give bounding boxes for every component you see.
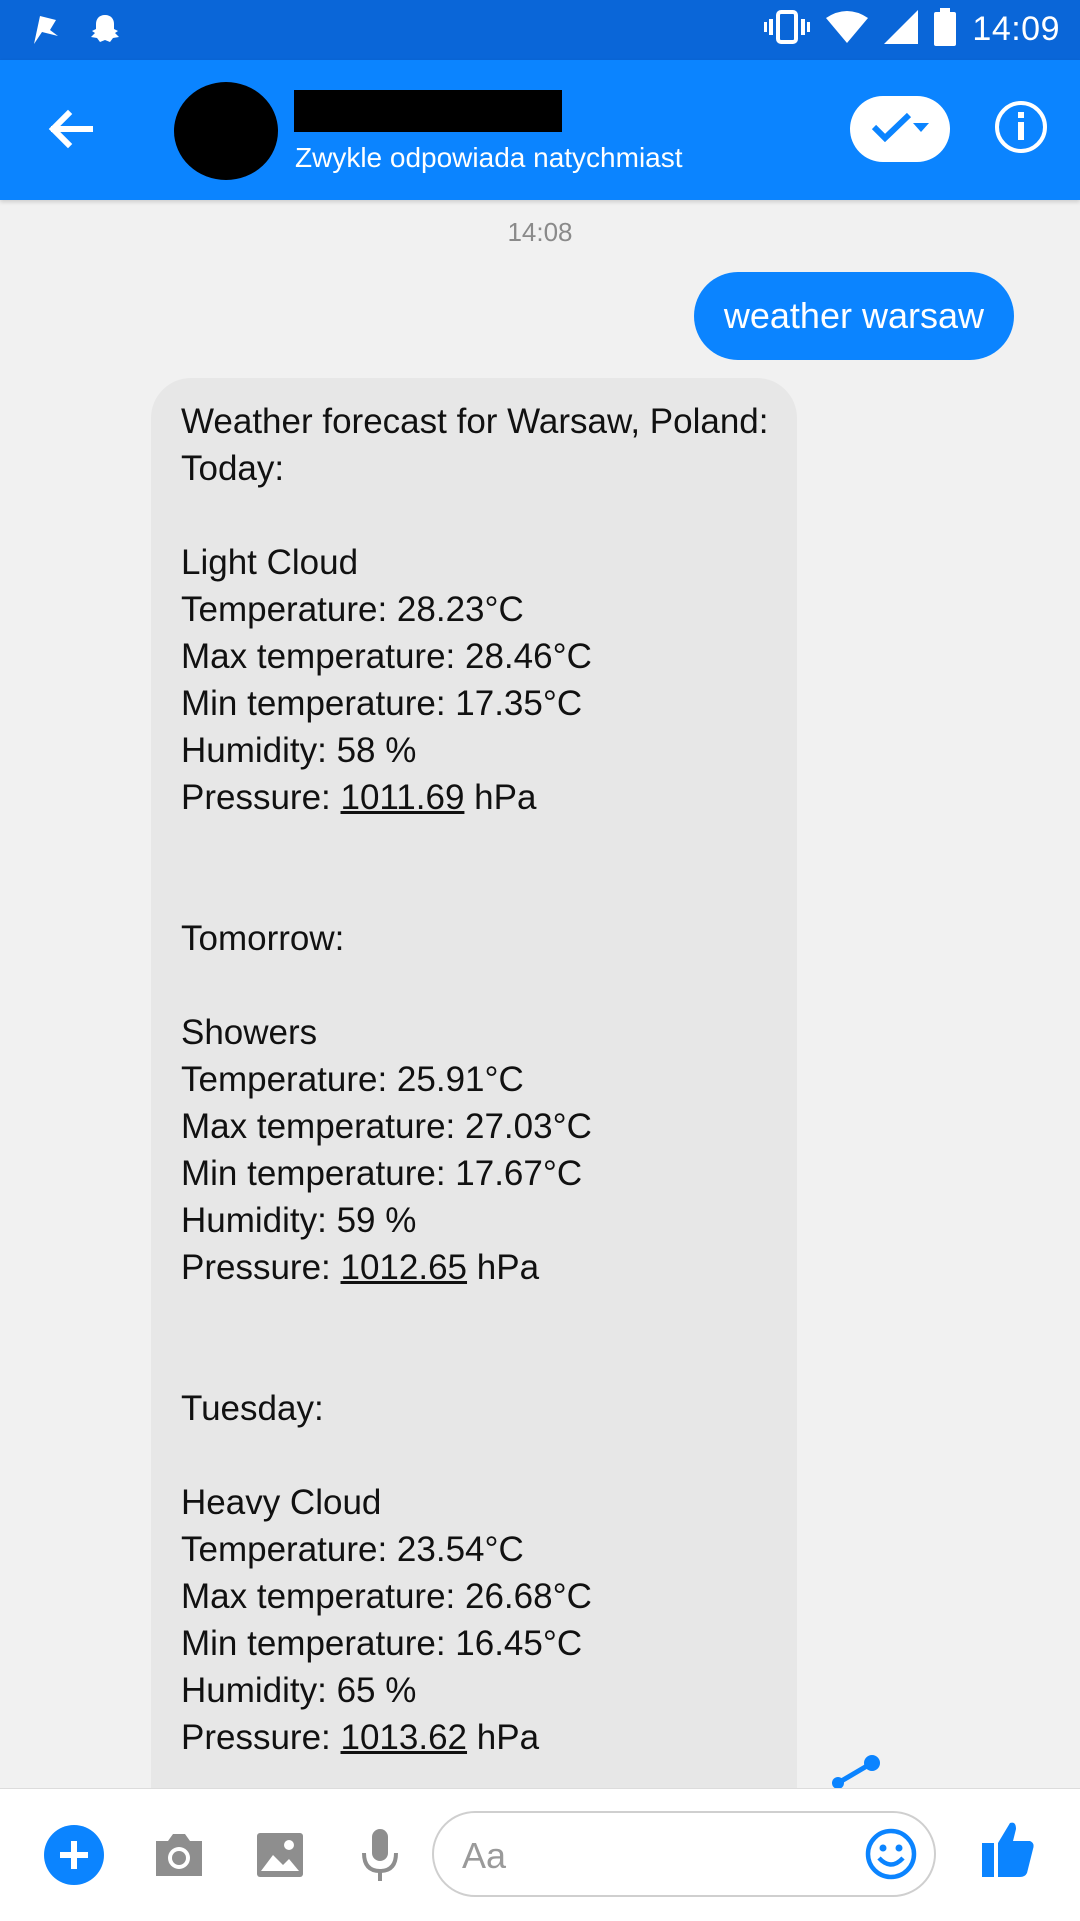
battery-icon: [934, 8, 957, 51]
plus-icon[interactable]: [44, 1825, 104, 1885]
message-line: Light Cloud: [181, 543, 359, 582]
message-line: Humidity: 59 %: [181, 1201, 417, 1240]
conversation-header: Zwykle odpowiada natychmiast: [0, 60, 1080, 200]
message-line: Tuesday:: [181, 1389, 324, 1428]
vibrate-icon: [764, 9, 811, 50]
message-line: Min temperature: 17.35°C: [181, 684, 583, 723]
wifi-icon: [826, 10, 869, 49]
message-line: [181, 962, 768, 1009]
pressure-link[interactable]: 1012.65: [341, 1248, 468, 1287]
chevron-down-icon: [913, 120, 929, 138]
message-line: Temperature: 25.91°C: [181, 1060, 524, 1099]
outgoing-message[interactable]: weather warsaw: [693, 272, 1014, 360]
check-icon: [871, 112, 913, 147]
status-time: 14:09: [972, 10, 1060, 48]
message-input[interactable]: Aa: [432, 1811, 936, 1897]
message-line: Showers: [181, 1013, 318, 1052]
message-line: Min temperature: 16.45°C: [181, 1624, 583, 1663]
back-arrow-icon[interactable]: [40, 98, 102, 160]
message-line: Min temperature: 17.67°C: [181, 1154, 583, 1193]
status-right-icons: 14:09: [764, 8, 1060, 51]
thumbs-up-icon[interactable]: [980, 1819, 1036, 1884]
message-line: Humidity: 65 %: [181, 1671, 417, 1710]
contact-status: Zwykle odpowiada natychmiast: [295, 142, 683, 173]
microphone-icon[interactable]: [360, 1827, 400, 1888]
message-line: Heavy Cloud: [181, 1483, 382, 1522]
message-line: [181, 1338, 768, 1385]
status-bar: 14:09: [0, 0, 1080, 60]
message-line: Max temperature: 27.03°C: [181, 1107, 592, 1146]
mark-read-button[interactable]: [850, 96, 950, 162]
signal-icon: [884, 10, 919, 49]
message-line: [181, 821, 768, 868]
message-list[interactable]: 14:08 weather warsaw Weather forecast fo…: [0, 200, 1080, 1788]
message-line: [181, 492, 768, 539]
message-line: Temperature: 23.54°C: [181, 1530, 524, 1569]
info-icon[interactable]: [994, 100, 1048, 154]
message-composer: Aa: [0, 1788, 1080, 1921]
message-input-placeholder: Aa: [462, 1835, 507, 1876]
message-line: [181, 868, 768, 915]
incoming-message[interactable]: Weather forecast for Warsaw, Poland: Toda…: [151, 378, 797, 1788]
message-line: Today:: [181, 449, 285, 488]
incoming-message-text: Weather forecast for Warsaw, Poland: Toda…: [181, 398, 768, 1761]
share-icon[interactable]: [832, 1753, 882, 1788]
message-line: Pressure: 1012.65 hPa: [181, 1248, 540, 1287]
message-timestamp: 14:08: [507, 217, 573, 247]
message-line: [181, 1432, 768, 1479]
message-line: [181, 1291, 768, 1338]
image-icon[interactable]: [255, 1831, 305, 1884]
avatar[interactable]: [174, 82, 278, 180]
snapchat-icon: [88, 12, 122, 51]
status-left-icons: [30, 12, 122, 51]
message-line: Pressure: 1011.69 hPa: [181, 778, 537, 817]
pressure-link[interactable]: 1013.62: [341, 1718, 468, 1757]
message-line: Temperature: 28.23°C: [181, 590, 524, 629]
message-line: Max temperature: 28.46°C: [181, 637, 592, 676]
message-line: Pressure: 1013.62 hPa: [181, 1718, 540, 1757]
notification-flag-icon: [30, 12, 60, 51]
message-line: Tomorrow:: [181, 919, 345, 958]
message-line: Max temperature: 26.68°C: [181, 1577, 592, 1616]
pressure-link[interactable]: 1011.69: [341, 778, 465, 817]
message-line: Weather forecast for Warsaw, Poland:: [181, 402, 769, 441]
emoji-icon[interactable]: [864, 1827, 918, 1886]
contact-name-redacted[interactable]: [294, 90, 562, 132]
camera-icon[interactable]: [152, 1831, 206, 1884]
message-line: Humidity: 58 %: [181, 731, 417, 770]
